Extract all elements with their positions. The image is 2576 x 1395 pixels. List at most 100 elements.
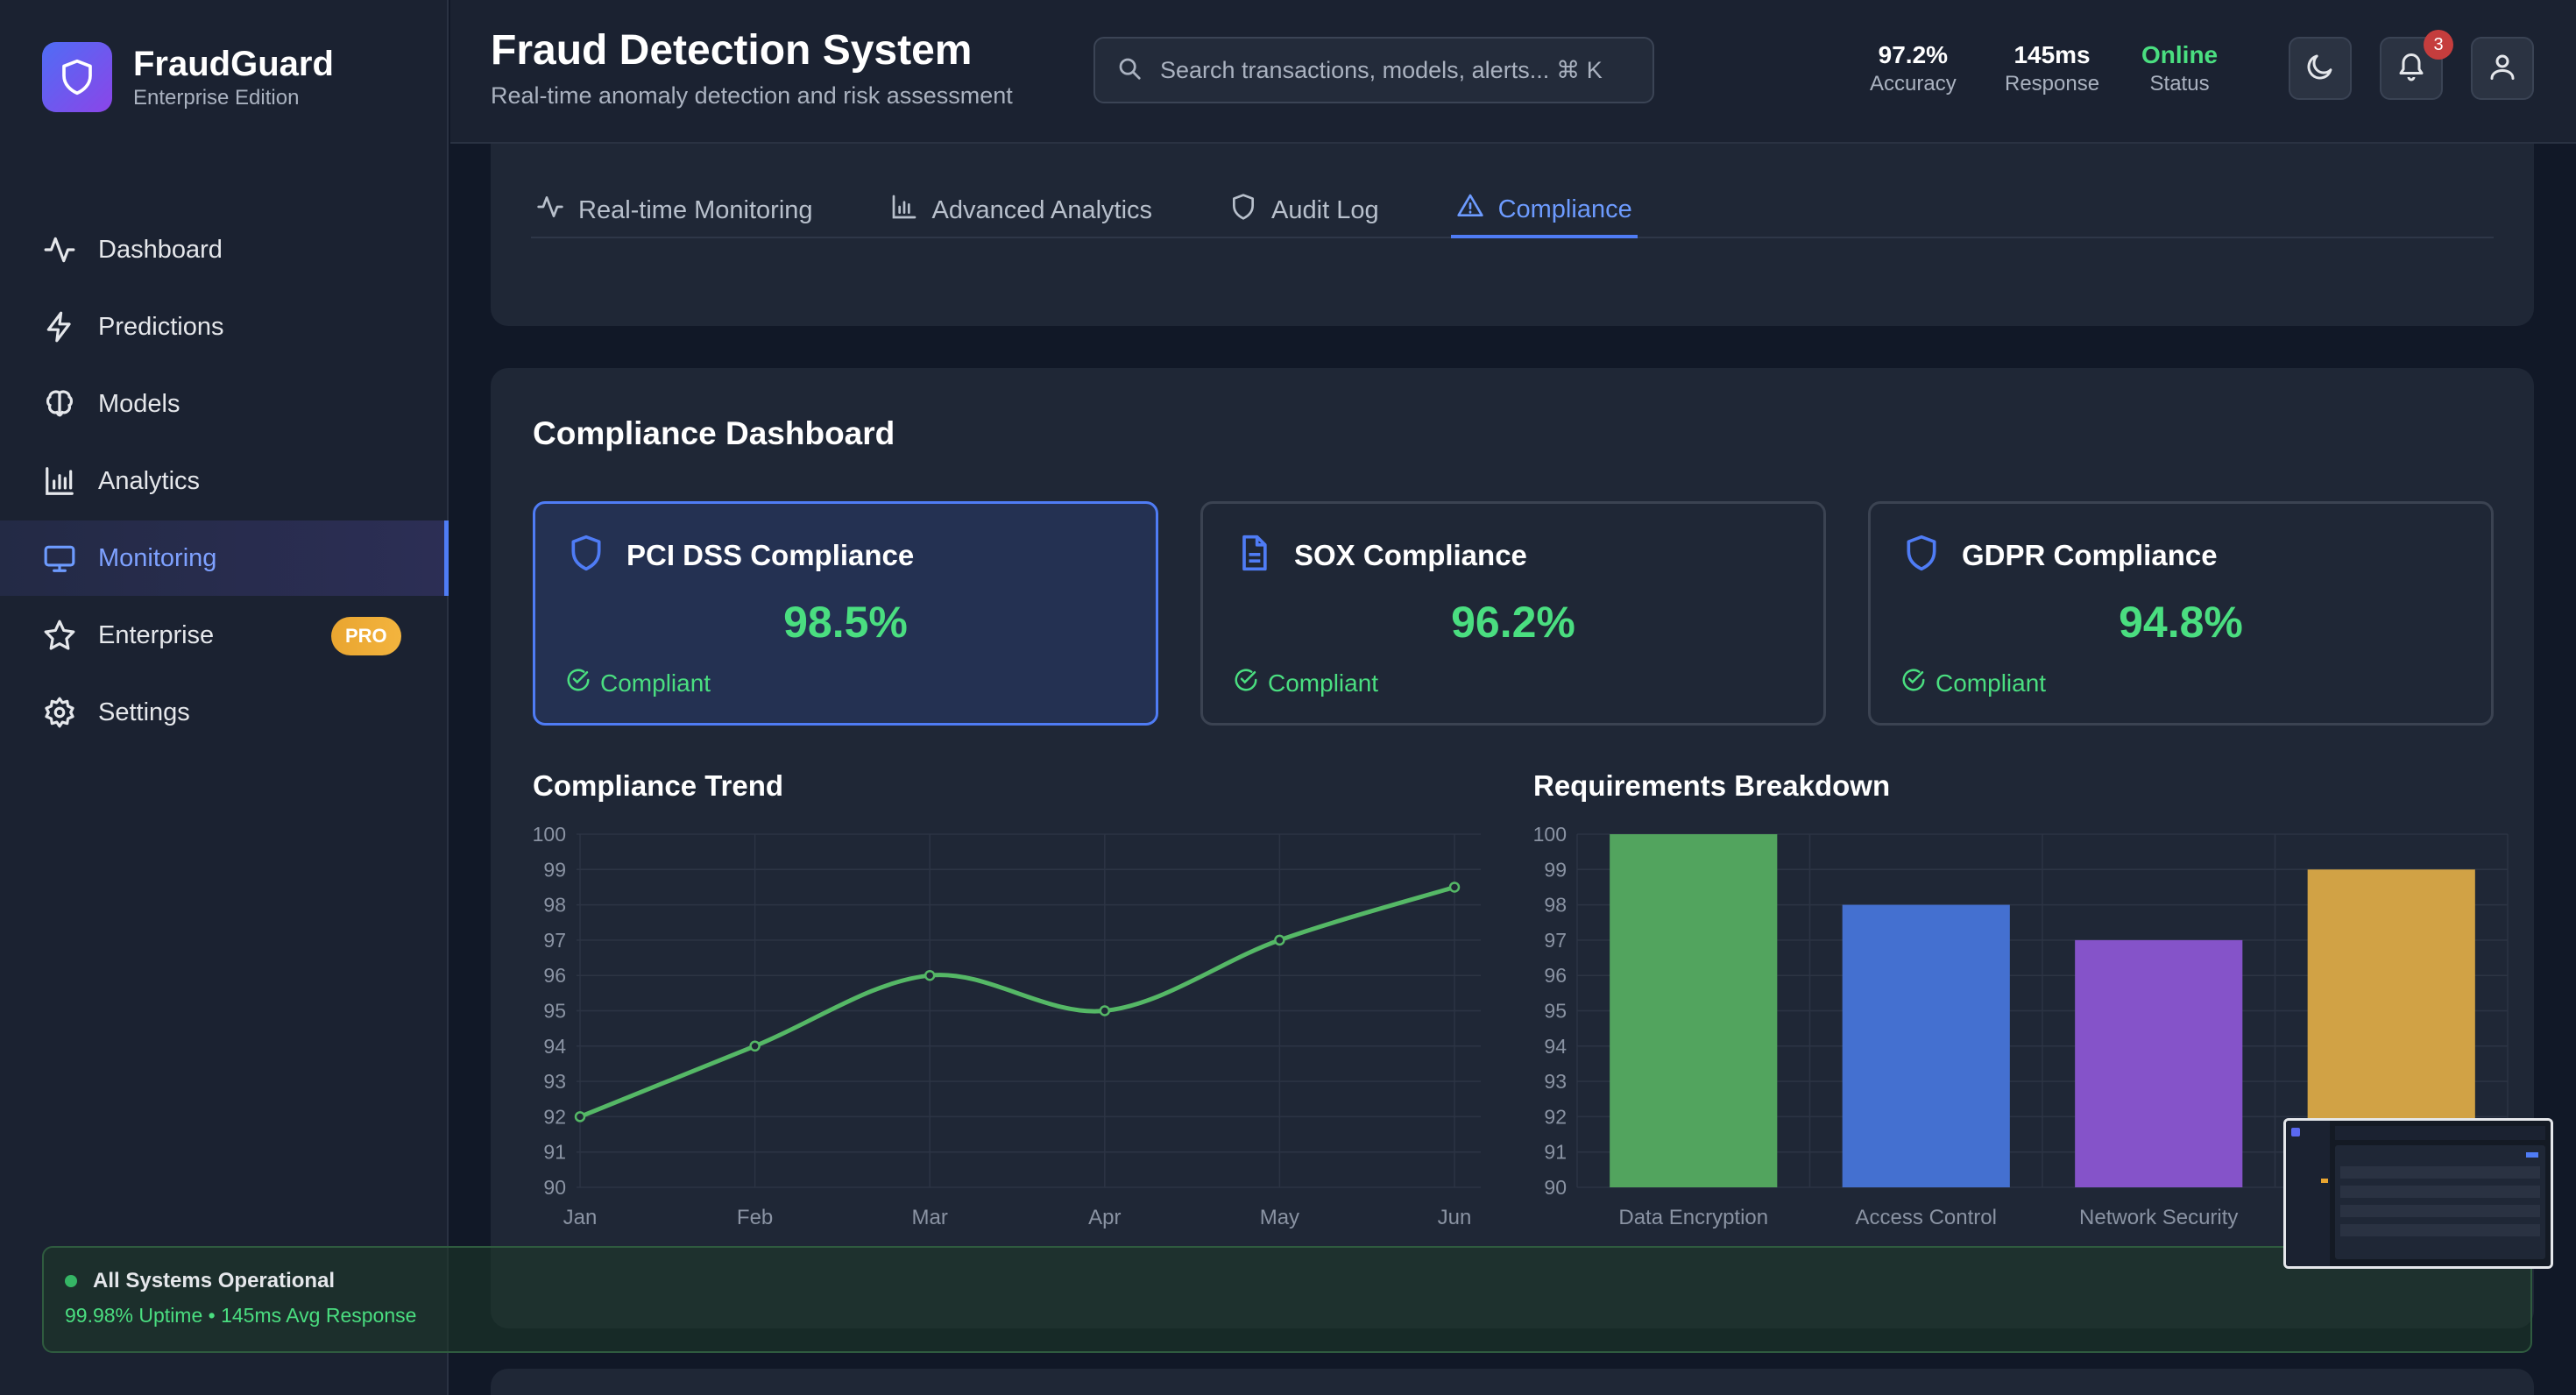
bar-chart-icon: [890, 193, 918, 228]
card-value: 96.2%: [1451, 598, 1575, 647]
y-tick-label: 100: [533, 824, 566, 846]
x-tick-label: Access Control: [1856, 1206, 1997, 1229]
sidebar-item-models[interactable]: Models: [0, 366, 449, 442]
y-tick-label: 96: [543, 964, 566, 987]
system-status-banner: All Systems Operational 99.98% Uptime • …: [42, 1246, 2532, 1353]
tab-audit-log[interactable]: Audit Log: [1224, 184, 1384, 237]
status-dot: [65, 1275, 77, 1287]
x-tick-label: Mar: [912, 1206, 948, 1229]
sidebar-item-settings[interactable]: Settings: [0, 675, 449, 750]
compliance-trend-chart: 100 99 98 97 96 95 94 93 92 91 90 Jan Feb Mar Apr May Ju…: [533, 824, 1481, 1229]
card-value: 94.8%: [2119, 598, 2243, 647]
compliance-card-pci-dss[interactable]: PCI DSS Compliance 98.5% Compliant: [533, 501, 1158, 726]
page-subtitle: Real-time anomaly detection and risk ass…: [491, 82, 1013, 109]
search-icon: [1116, 55, 1143, 86]
search-placeholder: Search transactions, models, alerts...: [1160, 56, 1550, 83]
lightning-icon: [42, 309, 77, 344]
tab-advanced-analytics[interactable]: Advanced Analytics: [885, 184, 1157, 237]
bell-icon: [2396, 51, 2427, 87]
breakdown-chart-title: Requirements Breakdown: [1533, 769, 1891, 802]
x-tick-label: Data Encryption: [1618, 1206, 1768, 1229]
sidebar-item-label: Enterprise: [98, 620, 215, 649]
y-tick-label: 90: [543, 1176, 566, 1199]
card-status: Compliant: [1936, 669, 2047, 697]
x-tick-label: Jan: [563, 1206, 598, 1229]
kpi-value: 145ms: [2013, 41, 2091, 68]
theme-toggle-button[interactable]: [2289, 37, 2352, 100]
brand-name: FraudGuard: [133, 45, 334, 83]
y-tick-label: 97: [1544, 929, 1567, 952]
sidebar-item-label: Predictions: [98, 312, 224, 341]
tab-bar: Real-time Monitoring Advanced Analytics …: [531, 184, 2494, 238]
kpi-label: Response: [2005, 72, 2100, 96]
y-tick-label: 99: [1544, 858, 1567, 881]
user-menu-button[interactable]: [2471, 37, 2534, 100]
brand[interactable]: FraudGuard Enterprise Edition: [42, 42, 334, 112]
status-detail: 99.98% Uptime • 145ms Avg Response: [65, 1304, 417, 1327]
y-tick-label: 99: [543, 858, 566, 881]
trend-point: [1274, 934, 1285, 946]
bar-data-encryption: [1610, 834, 1778, 1187]
sidebar-item-label: Analytics: [98, 466, 201, 495]
y-tick-label: 92: [1544, 1105, 1567, 1128]
user-icon: [2487, 51, 2518, 87]
search-input[interactable]: Search transactions, models, alerts... ⌘…: [1093, 37, 1654, 103]
kpi-label: Accuracy: [1870, 72, 1957, 96]
tabs-panel: Real-time Monitoring Advanced Analytics …: [491, 144, 2534, 326]
sidebar-item-enterprise[interactable]: Enterprise PRO: [0, 598, 449, 673]
trend-line: [579, 885, 1455, 1119]
brand-edition: Enterprise Edition: [133, 86, 300, 110]
y-tick-label: 95: [1544, 1000, 1567, 1023]
sidebar-item-dashboard[interactable]: Dashboard: [0, 212, 449, 287]
tab-label: Compliance: [1497, 195, 1632, 223]
card-status: Compliant: [600, 669, 711, 697]
check-circle-icon: [1233, 667, 1259, 699]
sidebar-nav: Dashboard Predictions Models Analytics M…: [0, 212, 449, 752]
y-tick-label: 98: [1544, 894, 1567, 917]
document-icon: [1235, 534, 1273, 577]
sidebar-item-label: Settings: [98, 698, 190, 726]
sidebar-item-monitoring[interactable]: Monitoring: [0, 520, 449, 596]
card-status: Compliant: [1268, 669, 1379, 697]
trend-chart-title: Compliance Trend: [533, 769, 784, 802]
next-panel: [491, 1369, 2534, 1395]
pro-badge: PRO: [331, 617, 401, 655]
y-tick-label: 93: [543, 1070, 566, 1093]
y-tick-label: 94: [543, 1035, 566, 1058]
card-title: SOX Compliance: [1294, 538, 1527, 571]
tab-realtime-monitoring[interactable]: Real-time Monitoring: [531, 184, 818, 237]
x-tick-label: Jun: [1438, 1206, 1472, 1229]
kpi-status: Online Status: [2141, 40, 2218, 98]
sidebar-item-analytics[interactable]: Analytics: [0, 443, 449, 519]
card-title: GDPR Compliance: [1962, 538, 2218, 571]
screenshot-thumbnail[interactable]: [2283, 1118, 2553, 1269]
shield-icon: [42, 42, 112, 112]
shield-icon: [567, 534, 605, 577]
bar-chart-icon: [42, 464, 77, 499]
y-tick-label: 93: [1544, 1070, 1567, 1093]
search-shortcut: ⌘ K: [1556, 56, 1603, 83]
y-tick-label: 98: [543, 894, 566, 917]
x-tick-label: Feb: [737, 1206, 773, 1229]
y-tick-label: 90: [1544, 1176, 1567, 1199]
trend-point: [1448, 882, 1461, 893]
y-tick-label: 96: [1544, 964, 1567, 987]
trend-point: [749, 1040, 761, 1052]
check-circle-icon: [1900, 667, 1927, 699]
notifications-button[interactable]: 3: [2380, 30, 2453, 100]
moon-icon: [2304, 51, 2336, 87]
bar-network-security: [2075, 939, 2243, 1187]
sidebar: FraudGuard Enterprise Edition Dashboard …: [0, 0, 449, 1395]
compliance-card-gdpr[interactable]: GDPR Compliance 94.8% Compliant: [1868, 501, 2494, 726]
y-tick-label: 91: [543, 1141, 566, 1164]
tab-compliance[interactable]: Compliance: [1450, 184, 1638, 238]
y-tick-label: 95: [543, 1000, 566, 1023]
tab-label: Real-time Monitoring: [578, 195, 813, 224]
sidebar-item-label: Dashboard: [98, 235, 223, 264]
sidebar-item-predictions[interactable]: Predictions: [0, 289, 449, 365]
trend-point: [924, 969, 936, 981]
bar-access-control: [1842, 904, 2010, 1187]
section-title: Compliance Dashboard: [533, 415, 895, 451]
trend-point: [1099, 1005, 1111, 1016]
compliance-card-sox[interactable]: SOX Compliance 96.2% Compliant: [1200, 501, 1826, 726]
